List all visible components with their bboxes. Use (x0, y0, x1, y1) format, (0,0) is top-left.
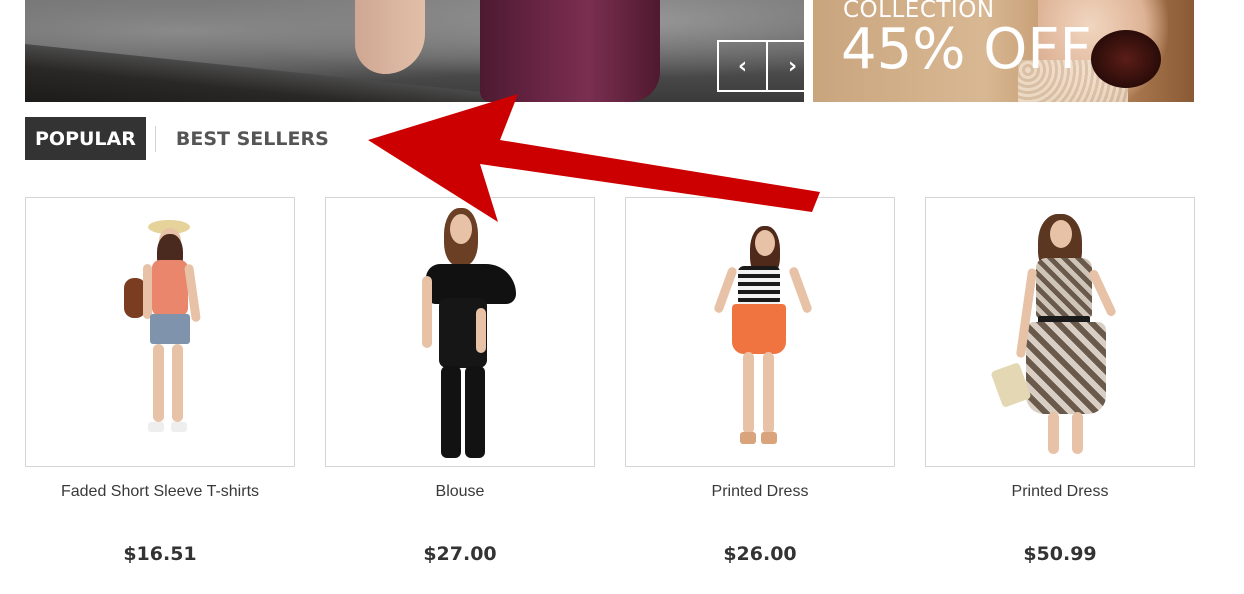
product-image (626, 198, 894, 466)
promo-headline: 45% OFF (841, 17, 1092, 82)
product-tabs: POPULAR BEST SELLERS (25, 117, 339, 160)
product-name[interactable]: Blouse (325, 483, 595, 501)
product-price: $27.00 (423, 543, 497, 565)
product-image (926, 198, 1194, 466)
product-name[interactable]: Faded Short Sleeve T-shirts (25, 483, 295, 501)
product-card: Faded Short Sleeve T-shirts $16.51 (25, 197, 295, 565)
product-image-link[interactable] (625, 197, 895, 467)
promo-banner[interactable]: COLLECTION 45% OFF (813, 0, 1194, 102)
promo-image-sunglasses (1091, 30, 1161, 88)
slider-controls: ‹ › (717, 40, 804, 92)
product-image-link[interactable] (25, 197, 295, 467)
homepage-slider: ‹ › (25, 0, 804, 102)
slider-prev-button[interactable]: ‹ (719, 42, 768, 90)
slider-image-dress (480, 0, 660, 102)
product-card: Printed Dress $50.99 (925, 197, 1195, 565)
tab-best-sellers[interactable]: BEST SELLERS (156, 117, 339, 160)
product-name[interactable]: Printed Dress (925, 483, 1195, 501)
product-image-link[interactable] (325, 197, 595, 467)
product-name[interactable]: Printed Dress (625, 483, 895, 501)
chevron-right-icon: › (787, 53, 798, 79)
product-card: Printed Dress $26.00 (625, 197, 895, 565)
product-image (26, 198, 294, 466)
product-image-link[interactable] (925, 197, 1195, 467)
product-card: Blouse $27.00 (325, 197, 595, 565)
product-image (326, 198, 594, 466)
tab-popular[interactable]: POPULAR (25, 117, 146, 160)
product-price: $26.00 (723, 543, 797, 565)
product-price: $16.51 (123, 543, 197, 565)
chevron-left-icon: ‹ (737, 53, 748, 79)
slider-next-button[interactable]: › (768, 42, 804, 90)
product-price: $50.99 (1023, 543, 1097, 565)
